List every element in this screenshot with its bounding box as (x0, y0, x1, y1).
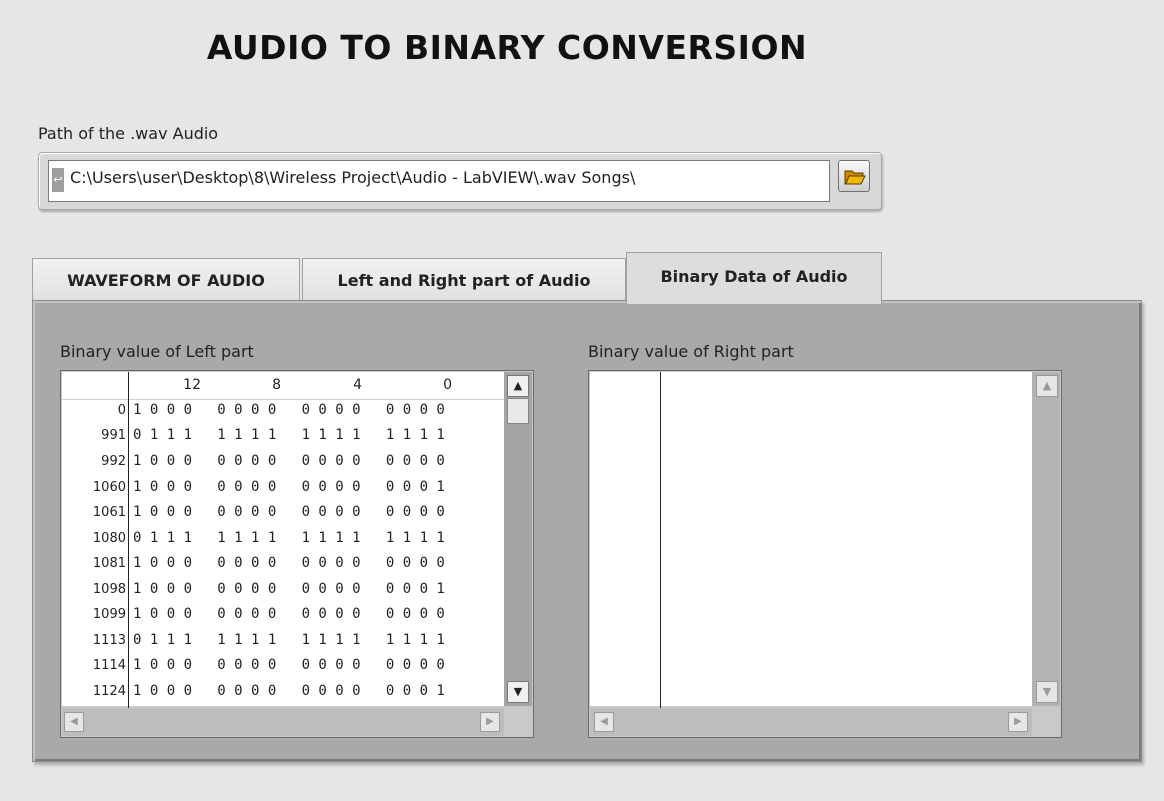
browse-button[interactable] (838, 160, 870, 192)
row-index: 1060 (92, 480, 126, 495)
scroll-right-icon[interactable]: ▶ (1008, 712, 1028, 732)
row-index: 1124 (92, 684, 126, 699)
page-title: AUDIO TO BINARY CONVERSION (206, 28, 808, 67)
right-index-divider (660, 372, 661, 736)
scroll-left-icon[interactable]: ◀ (64, 712, 84, 732)
row-bits: 1 0 0 0 0 0 0 0 0 0 0 0 0 0 0 0 (133, 555, 445, 571)
tab-binary-data[interactable]: Binary Data of Audio (626, 252, 882, 304)
left-array-label: Binary value of Left part (60, 342, 254, 361)
left-index-divider (128, 372, 129, 736)
right-horizontal-scrollbar[interactable] (590, 708, 1032, 736)
row-index: 1099 (92, 607, 126, 622)
row-index: 992 (101, 454, 126, 469)
row-index: 1080 (92, 531, 126, 546)
scroll-up-icon[interactable]: ▲ (507, 375, 529, 397)
row-index: 1061 (92, 505, 126, 520)
row-bits: 1 0 0 0 0 0 0 0 0 0 0 0 0 0 0 0 (133, 657, 445, 673)
right-array-label: Binary value of Right part (588, 342, 794, 361)
row-bits: 1 0 0 0 0 0 0 0 0 0 0 0 0 0 0 0 (133, 606, 445, 622)
left-horizontal-scrollbar[interactable] (62, 708, 504, 736)
scroll-right-icon[interactable]: ▶ (480, 712, 500, 732)
scroll-down-icon[interactable]: ▼ (507, 681, 529, 703)
row-bits: 1 0 0 0 0 0 0 0 0 0 0 0 0 0 0 1 (133, 683, 445, 699)
path-type-icon: ↩ (52, 168, 64, 192)
row-index: 991 (101, 428, 126, 443)
row-index: 1114 (92, 658, 126, 673)
tab-left-right-part[interactable]: Left and Right part of Audio (302, 258, 626, 302)
row-bits: 1 0 0 0 0 0 0 0 0 0 0 0 0 0 0 1 (133, 479, 445, 495)
scroll-up-icon[interactable]: ▲ (1036, 375, 1058, 397)
row-index: 1081 (92, 556, 126, 571)
right-array-body[interactable] (590, 372, 1032, 706)
row-index: 0 (117, 403, 126, 418)
column-header: 0 (443, 377, 452, 393)
row-bits: 1 0 0 0 0 0 0 0 0 0 0 0 0 0 0 0 (133, 402, 445, 418)
scroll-down-icon[interactable]: ▼ (1036, 681, 1058, 703)
folder-open-icon (844, 170, 866, 185)
column-header: 4 (353, 377, 362, 393)
row-bits: 1 0 0 0 0 0 0 0 0 0 0 0 0 0 0 0 (133, 453, 445, 469)
right-vertical-scrollbar[interactable] (1032, 372, 1060, 706)
path-label: Path of the .wav Audio (38, 124, 219, 143)
row-bits: 0 1 1 1 1 1 1 1 1 1 1 1 1 1 1 1 (133, 427, 445, 443)
row-bits: 0 1 1 1 1 1 1 1 1 1 1 1 1 1 1 1 (133, 530, 445, 546)
row-bits: 0 1 1 1 1 1 1 1 1 1 1 1 1 1 1 1 (133, 632, 445, 648)
column-header: 8 (272, 377, 281, 393)
column-header: 12 (183, 377, 201, 393)
tab-waveform-of-audio[interactable]: WAVEFORM OF AUDIO (32, 258, 300, 302)
row-bits: 1 0 0 0 0 0 0 0 0 0 0 0 0 0 0 1 (133, 581, 445, 597)
row-bits: 1 0 0 0 0 0 0 0 0 0 0 0 0 0 0 0 (133, 504, 445, 520)
path-value[interactable]: C:\Users\user\Desktop\8\Wireless Project… (70, 168, 635, 187)
row-index: 1098 (92, 582, 126, 597)
scroll-left-icon[interactable]: ◀ (594, 712, 614, 732)
left-scroll-thumb[interactable] (507, 398, 529, 424)
row-index: 1113 (92, 633, 126, 648)
